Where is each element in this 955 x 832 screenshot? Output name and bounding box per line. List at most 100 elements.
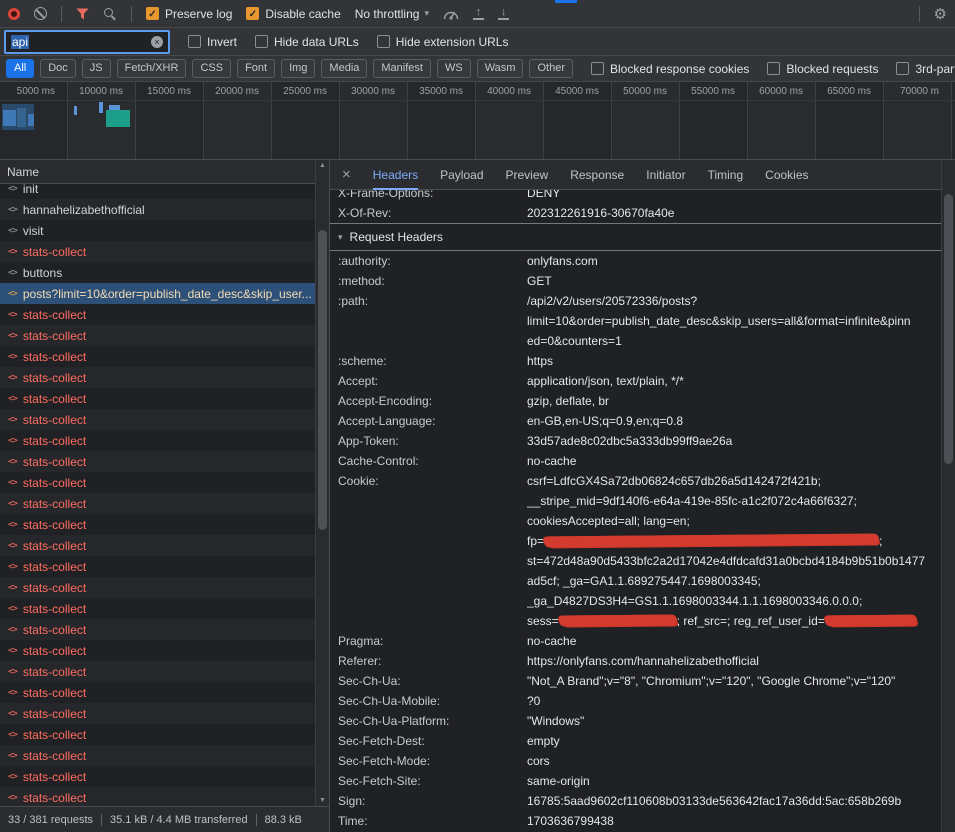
request-row[interactable]: stats-collect bbox=[0, 703, 329, 724]
request-row[interactable]: stats-collect bbox=[0, 745, 329, 766]
header-row: Pragma:no-cache bbox=[330, 631, 941, 651]
filter-funnel-icon[interactable] bbox=[76, 8, 89, 20]
request-row[interactable]: stats-collect bbox=[0, 472, 329, 493]
request-row[interactable]: buttons bbox=[0, 262, 329, 283]
clear-filter-icon[interactable]: × bbox=[151, 36, 163, 48]
filter-checkbox[interactable]: 3rd-party requests bbox=[896, 62, 955, 76]
preserve-log-checkbox[interactable]: Preserve log bbox=[146, 7, 232, 21]
request-row[interactable]: stats-collect bbox=[0, 514, 329, 535]
file-type-icon bbox=[8, 331, 17, 341]
request-row[interactable]: hannahelizabethofficial bbox=[0, 199, 329, 220]
header-row: Sec-Ch-Ua-Mobile:?0 bbox=[330, 691, 941, 711]
detail-tab[interactable]: Response bbox=[570, 160, 624, 190]
request-row[interactable]: stats-collect bbox=[0, 724, 329, 745]
request-row[interactable]: stats-collect bbox=[0, 409, 329, 430]
hide-data-urls-checkbox[interactable]: Hide data URLs bbox=[255, 35, 359, 49]
type-filter-pill[interactable]: CSS bbox=[192, 59, 231, 78]
request-row[interactable]: stats-collect bbox=[0, 493, 329, 514]
scrollbar-thumb[interactable] bbox=[944, 194, 953, 464]
type-filter-pill[interactable]: Wasm bbox=[477, 59, 524, 78]
type-filter-pill[interactable]: Font bbox=[237, 59, 275, 78]
type-filter-pill[interactable]: Other bbox=[529, 59, 573, 78]
request-row[interactable]: stats-collect bbox=[0, 598, 329, 619]
request-row[interactable]: stats-collect bbox=[0, 661, 329, 682]
hide-extension-urls-checkbox[interactable]: Hide extension URLs bbox=[377, 35, 509, 49]
request-name: stats-collect bbox=[23, 371, 86, 385]
invert-checkbox[interactable]: Invert bbox=[188, 35, 237, 49]
type-filter-pill[interactable]: Img bbox=[281, 59, 315, 78]
filter-checkbox[interactable]: Blocked requests bbox=[767, 62, 878, 76]
request-row[interactable]: stats-collect bbox=[0, 682, 329, 703]
throttling-select[interactable]: No throttling ▾ bbox=[355, 7, 429, 21]
request-row[interactable]: stats-collect bbox=[0, 241, 329, 262]
close-details-icon[interactable]: × bbox=[342, 166, 351, 183]
request-row[interactable]: stats-collect bbox=[0, 451, 329, 472]
request-row[interactable]: stats-collect bbox=[0, 619, 329, 640]
request-row[interactable]: stats-collect bbox=[0, 430, 329, 451]
request-row[interactable]: stats-collect bbox=[0, 388, 329, 409]
request-headers-section-header[interactable]: ▾ Request Headers bbox=[330, 224, 941, 250]
filter-text-input[interactable]: api × bbox=[4, 30, 170, 54]
type-filter-pill[interactable]: Doc bbox=[40, 59, 76, 78]
timeline-overview[interactable]: 5000 ms 10000 ms 15000 ms 20000 ms 25000… bbox=[0, 82, 955, 160]
request-name: stats-collect bbox=[23, 392, 86, 406]
detail-tab[interactable]: Initiator bbox=[646, 160, 685, 190]
file-type-icon bbox=[8, 688, 17, 698]
detail-tab[interactable]: Payload bbox=[440, 160, 483, 190]
search-icon[interactable] bbox=[103, 7, 117, 21]
export-har-icon[interactable]: ↓ bbox=[498, 7, 509, 20]
request-row[interactable]: stats-collect bbox=[0, 766, 329, 787]
file-type-icon bbox=[8, 730, 17, 740]
clear-network-log-icon[interactable] bbox=[34, 7, 47, 20]
scroll-down-icon[interactable]: ▼ bbox=[316, 797, 329, 804]
settings-gear-icon[interactable]: ⚙ bbox=[934, 5, 947, 23]
timeline-tick-label: 65000 ms bbox=[816, 82, 883, 97]
record-network-log-button[interactable] bbox=[8, 8, 20, 20]
detail-tab[interactable]: Headers bbox=[373, 160, 418, 190]
timeline-tick-label: 25000 ms bbox=[272, 82, 339, 97]
detail-tab[interactable]: Preview bbox=[506, 160, 549, 190]
timeline-tick-column: 65000 ms bbox=[816, 82, 884, 159]
request-name: hannahelizabethofficial bbox=[23, 203, 145, 217]
network-conditions-icon[interactable] bbox=[443, 7, 459, 20]
type-filter-pill[interactable]: WS bbox=[437, 59, 471, 78]
summary-item: 35.1 kB / 4.4 MB transferred bbox=[101, 814, 248, 826]
type-filter-pill[interactable]: JS bbox=[82, 59, 111, 78]
detail-tab[interactable]: Cookies bbox=[765, 160, 808, 190]
request-row[interactable]: stats-collect bbox=[0, 640, 329, 661]
type-filter-pill[interactable]: Manifest bbox=[373, 59, 431, 78]
request-name: stats-collect bbox=[23, 497, 86, 511]
request-list-scrollbar[interactable]: ▲ ▼ bbox=[315, 160, 329, 806]
disable-cache-checkbox[interactable]: Disable cache bbox=[246, 7, 340, 21]
request-row[interactable]: init bbox=[0, 184, 329, 199]
import-har-icon[interactable]: ↑ bbox=[473, 7, 484, 20]
request-row[interactable]: stats-collect bbox=[0, 577, 329, 598]
filter-checkbox[interactable]: Blocked response cookies bbox=[591, 62, 749, 76]
detail-tab[interactable]: Timing bbox=[708, 160, 744, 190]
request-row[interactable]: posts?limit=10&order=publish_date_desc&s… bbox=[0, 283, 329, 304]
request-name: stats-collect bbox=[23, 623, 86, 637]
request-row[interactable]: stats-collect bbox=[0, 325, 329, 346]
header-row: :path:/api2/v2/users/20572336/posts?limi… bbox=[330, 291, 941, 351]
details-scrollbar[interactable] bbox=[941, 160, 955, 832]
type-filter-pill[interactable]: Media bbox=[321, 59, 367, 78]
request-row[interactable]: visit bbox=[0, 220, 329, 241]
request-name: stats-collect bbox=[23, 455, 86, 469]
request-row[interactable]: stats-collect bbox=[0, 367, 329, 388]
column-header-name[interactable]: Name bbox=[0, 160, 329, 184]
header-row: Referer:https://onlyfans.com/hannaheliza… bbox=[330, 651, 941, 671]
type-filter-pill[interactable]: All bbox=[6, 59, 34, 78]
request-row[interactable]: stats-collect bbox=[0, 556, 329, 577]
request-row[interactable]: stats-collect bbox=[0, 304, 329, 325]
timeline-tick-label: 20000 ms bbox=[204, 82, 271, 97]
request-row[interactable]: stats-collect bbox=[0, 787, 329, 806]
scroll-up-icon[interactable]: ▲ bbox=[316, 162, 329, 169]
request-row[interactable]: stats-collect bbox=[0, 535, 329, 556]
throttling-value: No throttling bbox=[355, 7, 420, 21]
request-row[interactable]: stats-collect bbox=[0, 346, 329, 367]
file-type-icon bbox=[8, 583, 17, 593]
checkbox-checked-icon bbox=[146, 7, 159, 20]
scrollbar-thumb[interactable] bbox=[318, 230, 327, 530]
type-filter-pill[interactable]: Fetch/XHR bbox=[117, 59, 187, 78]
checkbox-checked-icon bbox=[246, 7, 259, 20]
